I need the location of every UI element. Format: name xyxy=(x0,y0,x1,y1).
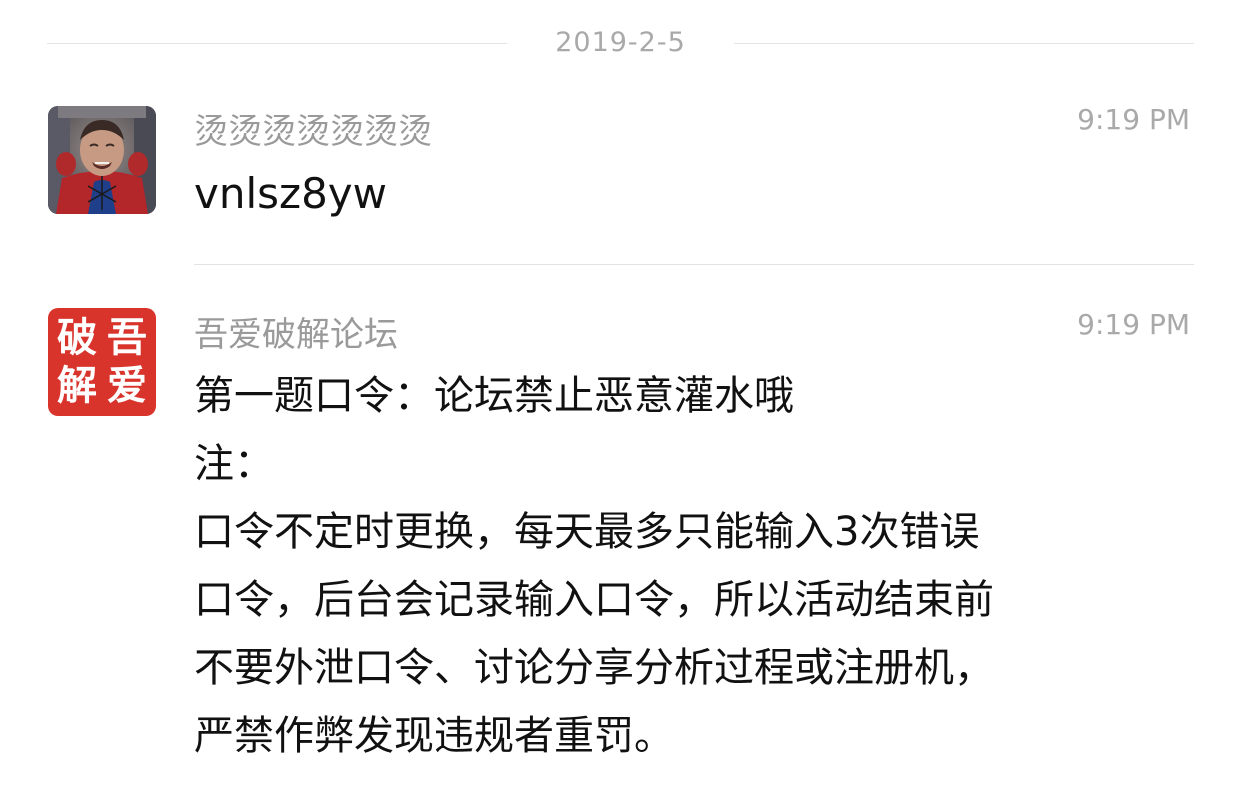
message-divider xyxy=(194,264,1194,265)
date-separator-line-right xyxy=(734,43,1194,44)
message-time: 9:19 PM xyxy=(1077,103,1190,136)
message-time: 9:19 PM xyxy=(1077,308,1190,341)
seal-char: 爱 xyxy=(107,362,147,409)
spiderman-photo-avatar-icon xyxy=(48,106,156,214)
avatar[interactable] xyxy=(48,106,156,214)
message-text: vnlsz8yw xyxy=(194,169,387,218)
message-item[interactable]: 破 吾 解 爱 吾爱破解论坛 9:19 PM 第一题口令：论坛禁止恶意灌水哦 注… xyxy=(0,302,1242,795)
seal-char: 破 xyxy=(57,314,97,361)
sender-name: 吾爱破解论坛 xyxy=(194,315,398,355)
date-separator-line-left xyxy=(47,43,507,44)
message-item[interactable]: 烫烫烫烫烫烫烫 9:19 PM vnlsz8yw xyxy=(0,100,1242,260)
sender-name: 烫烫烫烫烫烫烫 xyxy=(194,112,432,152)
avatar[interactable]: 破 吾 解 爱 xyxy=(48,308,156,416)
date-separator-label: 2019-2-5 xyxy=(555,27,686,58)
seal-char: 解 xyxy=(57,362,97,409)
seal-logo-icon: 破 吾 解 爱 xyxy=(48,308,156,416)
seal-char: 吾 xyxy=(107,314,147,361)
date-separator: 2019-2-5 xyxy=(47,20,1194,68)
message-text: 第一题口令：论坛禁止恶意灌水哦 注： 口令不定时更换，每天最多只能输入3次错误 … xyxy=(194,373,994,759)
